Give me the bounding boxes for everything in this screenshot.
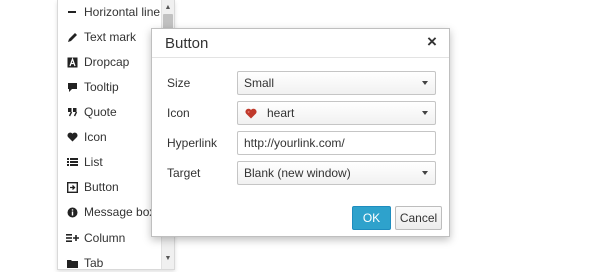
- hyperlink-row: Hyperlink http://yourlink.com/: [152, 131, 449, 155]
- folder-icon: [64, 258, 80, 268]
- menu-item-tooltip[interactable]: Tooltip: [58, 76, 162, 98]
- ok-button[interactable]: OK: [352, 206, 391, 230]
- dialog-footer: OK Cancel: [152, 200, 449, 236]
- menu-item-text-mark[interactable]: Text mark: [58, 26, 162, 48]
- target-value: Blank (new window): [244, 166, 351, 180]
- menu-item-label: Text mark: [84, 30, 137, 44]
- chevron-down-icon: [422, 81, 428, 85]
- menu-item-horizontal-line[interactable]: Horizontal line: [58, 1, 162, 23]
- icon-value: heart: [267, 106, 295, 120]
- menu-item-dropcap[interactable]: Dropcap: [58, 51, 162, 73]
- menu-item-tab[interactable]: Tab: [58, 252, 162, 270]
- menu-item-label: Horizontal line: [84, 5, 161, 19]
- menu-item-button[interactable]: Button: [58, 176, 162, 198]
- info-icon: [64, 207, 80, 218]
- target-row: Target Blank (new window): [152, 161, 449, 185]
- menu-item-label: Button: [84, 180, 119, 194]
- quote-icon: [64, 107, 80, 117]
- speech-bubble-icon: [64, 82, 80, 93]
- menu-item-list[interactable]: List: [58, 151, 162, 173]
- chevron-down-icon: [422, 111, 428, 115]
- size-select[interactable]: Small: [237, 71, 436, 95]
- menu-item-column[interactable]: Column: [58, 227, 162, 249]
- hyperlink-value: http://yourlink.com/: [244, 136, 345, 150]
- dropcap-icon: [64, 56, 80, 68]
- menu-item-label: Message box: [84, 205, 156, 219]
- menu-item-label: List: [84, 155, 103, 169]
- pencil-icon: [64, 32, 80, 43]
- menu-item-label: Column: [84, 231, 126, 245]
- menu-item-label: Quote: [84, 105, 117, 119]
- button-icon: [64, 181, 80, 193]
- scroll-up-icon[interactable]: ▲: [162, 1, 174, 13]
- menu-item-label: Icon: [84, 130, 107, 144]
- icon-label: Icon: [167, 106, 190, 120]
- button-dialog: Button × Size Small Icon heart Hyperlink…: [151, 28, 450, 237]
- horizontal-line-icon: [64, 7, 80, 17]
- dialog-title: Button: [165, 35, 209, 52]
- hyperlink-label: Hyperlink: [167, 136, 218, 150]
- size-label: Size: [167, 76, 191, 90]
- list-icon: [64, 157, 80, 167]
- size-value: Small: [244, 76, 275, 90]
- column-icon: [64, 233, 80, 243]
- menu-item-label: Dropcap: [84, 55, 130, 69]
- icon-row: Icon heart: [152, 101, 449, 125]
- menu-item-label: Tooltip: [84, 80, 119, 94]
- menu-item-quote[interactable]: Quote: [58, 101, 162, 123]
- chevron-down-icon: [422, 171, 428, 175]
- heart-icon: [64, 132, 80, 142]
- target-label: Target: [167, 166, 201, 180]
- menu-item-message-box[interactable]: Message box: [58, 201, 162, 223]
- menu-item-icon[interactable]: Icon: [58, 126, 162, 148]
- target-select[interactable]: Blank (new window): [237, 161, 436, 185]
- cancel-button[interactable]: Cancel: [395, 206, 442, 230]
- size-row: Size Small: [152, 71, 449, 95]
- heart-icon: [245, 108, 257, 119]
- scroll-down-icon[interactable]: ▼: [162, 252, 174, 264]
- menu-item-label: Tab: [84, 256, 104, 270]
- close-icon[interactable]: ×: [424, 33, 440, 51]
- hyperlink-input[interactable]: http://yourlink.com/: [237, 131, 436, 155]
- dialog-header: Button ×: [152, 29, 449, 58]
- icon-select[interactable]: heart: [237, 101, 436, 125]
